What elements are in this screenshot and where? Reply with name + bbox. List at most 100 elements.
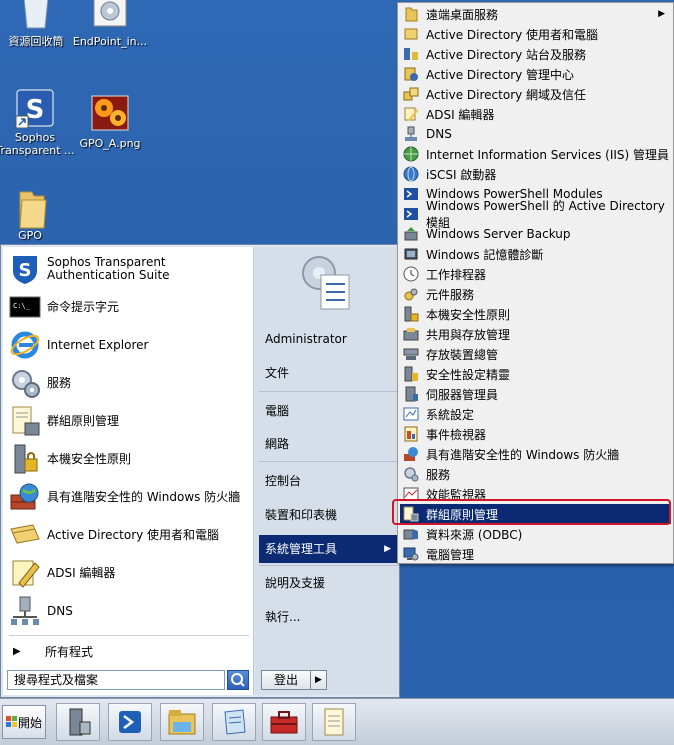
menu-item-label: Windows 記憶體診斷 xyxy=(426,247,544,262)
menu-item-iis[interactable]: Internet Information Services (IIS) 管理員 xyxy=(400,144,671,164)
program-local-security-policy[interactable]: 本機安全性原則 xyxy=(9,441,249,477)
active-directory-icon xyxy=(403,26,419,42)
menu-item-system-configuration[interactable]: 系統設定 xyxy=(400,404,671,424)
menu-item-label: Active Directory 站台及服務 xyxy=(426,47,587,62)
svg-text:S: S xyxy=(19,260,32,281)
menu-item-server-backup[interactable]: Windows Server Backup xyxy=(400,224,671,244)
odbc-icon xyxy=(403,526,419,542)
program-label: Sophos Transparent Authentication Suite xyxy=(47,255,170,282)
start-menu-places-pane: Administrator 文件 電腦 網路 控制台 裝置和印表機 系統管理工具… xyxy=(255,247,399,695)
program-internet-explorer[interactable]: Internet Explorer xyxy=(9,327,249,363)
taskbar-notepad[interactable] xyxy=(212,703,256,741)
program-adsi-edit[interactable]: ADSI 編輯器 xyxy=(9,555,249,591)
divider xyxy=(259,565,397,566)
program-services[interactable]: 服務 xyxy=(9,365,249,401)
places-help[interactable]: 說明及支援 xyxy=(259,569,397,597)
menu-item-label: 系統設定 xyxy=(426,407,475,422)
taskbar-explorer[interactable] xyxy=(160,703,204,741)
menu-item-dns[interactable]: DNS xyxy=(400,124,671,144)
menu-item-label: 資料來源 (ODBC) xyxy=(426,527,523,542)
menu-item-server-manager[interactable]: 伺服器管理員 xyxy=(400,384,671,404)
backup-icon xyxy=(403,226,419,242)
menu-item-event-viewer[interactable]: 事件檢視器 xyxy=(400,424,671,444)
places-devices-printers[interactable]: 裝置和印表機 xyxy=(259,501,397,529)
menu-item-label: 存放裝置總管 xyxy=(426,347,499,362)
admin-tools-submenu: 遠端桌面服務 ▶ Active Directory 使用者和電腦 Active … xyxy=(397,2,674,564)
menu-item-label: 事件檢視器 xyxy=(426,427,487,442)
search-input[interactable]: 搜尋程式及檔案 xyxy=(7,670,225,690)
menu-item-iscsi[interactable]: iSCSI 啟動器 xyxy=(400,164,671,184)
taskbar-toolbox[interactable] xyxy=(262,703,306,741)
places-computer[interactable]: 電腦 xyxy=(259,397,397,425)
program-group-policy[interactable]: 群組原則管理 xyxy=(9,403,249,439)
start-menu: S Sophos Transparent Authentication Suit… xyxy=(0,244,400,698)
security-policy-icon xyxy=(403,306,419,322)
places-network[interactable]: 網路 xyxy=(259,430,397,458)
desktop-icon-recycle-bin[interactable]: 資源回收筒 xyxy=(0,0,76,48)
ad-admin-center-icon xyxy=(403,66,419,82)
menu-item-label: Active Directory 使用者和電腦 xyxy=(426,27,599,42)
divider xyxy=(9,635,249,636)
security-wizard-icon xyxy=(403,366,419,382)
program-dns[interactable]: DNS xyxy=(9,593,249,629)
menu-item-ad-sites[interactable]: Active Directory 站台及服務 xyxy=(400,44,671,64)
command-prompt-icon: C:\_ xyxy=(9,291,41,323)
menu-item-local-security-policy[interactable]: 本機安全性原則 xyxy=(400,304,671,324)
menu-item-powershell-ad[interactable]: Windows PowerShell 的 Active Directory 模組 xyxy=(400,199,671,230)
menu-item-ad-admin-center[interactable]: Active Directory 管理中心 xyxy=(400,64,671,84)
menu-item-ad-domains[interactable]: Active Directory 網域及信任 xyxy=(400,84,671,104)
start-button[interactable]: 開始 xyxy=(2,705,46,739)
menu-item-label: 電腦管理 xyxy=(426,547,475,562)
menu-item-ad-users[interactable]: Active Directory 使用者和電腦 xyxy=(400,24,671,44)
powershell-icon xyxy=(403,186,419,202)
desktop-icon-endpoint[interactable]: EndPoint_in... xyxy=(70,0,150,48)
arrow-right-icon: ▶ xyxy=(13,645,21,657)
menu-item-share-storage[interactable]: 共用與存放管理 xyxy=(400,324,671,344)
menu-item-adsi-edit[interactable]: ADSI 編輯器 xyxy=(400,104,671,124)
taskbar-powershell[interactable] xyxy=(108,703,152,741)
search-button[interactable] xyxy=(227,670,249,690)
taskbar-server-manager[interactable] xyxy=(56,703,100,741)
taskbar-group-policy[interactable] xyxy=(312,703,356,741)
menu-item-label: 具有進階安全性的 Windows 防火牆 xyxy=(426,447,620,462)
menu-item-windows-firewall[interactable]: 具有進階安全性的 Windows 防火牆 xyxy=(400,444,671,464)
all-programs-button[interactable]: ▶ 所有程式 xyxy=(9,641,249,661)
places-admin-tools[interactable]: 系統管理工具 ▶ xyxy=(259,535,397,563)
logout-options-button[interactable]: ▶ xyxy=(311,670,327,690)
menu-item-storage-explorer[interactable]: 存放裝置總管 xyxy=(400,344,671,364)
group-policy-icon xyxy=(9,405,41,437)
iis-globe-icon xyxy=(403,146,419,162)
divider xyxy=(259,391,397,392)
folder-icon xyxy=(403,6,419,22)
arrow-right-icon: ▶ xyxy=(315,675,322,685)
program-sophos[interactable]: S Sophos Transparent Authentication Suit… xyxy=(9,251,249,287)
places-administrator[interactable]: Administrator xyxy=(259,325,397,353)
desktop-icon-label: 資源回收筒 xyxy=(8,35,64,48)
program-windows-firewall[interactable]: 具有進階安全性的 Windows 防火牆 xyxy=(9,479,249,515)
program-ad-users-computers[interactable]: Active Directory 使用者和電腦 xyxy=(9,517,249,553)
menu-item-memory-diagnostic[interactable]: Windows 記憶體診斷 xyxy=(400,244,671,264)
places-documents[interactable]: 文件 xyxy=(259,359,397,387)
menu-item-task-scheduler[interactable]: 工作排程器 xyxy=(400,264,671,284)
desktop-icon-gpo-image[interactable]: GPO_A.png xyxy=(70,94,150,150)
security-policy-icon xyxy=(9,443,41,475)
desktop-icon-gpo-folder[interactable]: GPO xyxy=(0,186,70,242)
menu-item-computer-management[interactable]: 電腦管理 xyxy=(400,544,671,564)
ad-domains-icon xyxy=(403,86,419,102)
powershell-icon xyxy=(119,711,141,733)
server-manager-icon xyxy=(69,708,91,736)
places-run[interactable]: 執行... xyxy=(259,603,397,631)
menu-item-odbc[interactable]: 資料來源 (ODBC) xyxy=(400,524,671,544)
places-control-panel[interactable]: 控制台 xyxy=(259,467,397,495)
menu-item-security-config-wizard[interactable]: 安全性設定精靈 xyxy=(400,364,671,384)
menu-item-services[interactable]: 服務 xyxy=(400,464,671,484)
recycle-bin-icon xyxy=(16,0,56,32)
logout-button[interactable]: 登出 xyxy=(261,670,311,690)
menu-item-label: ADSI 編輯器 xyxy=(426,107,495,122)
computer-management-icon xyxy=(403,546,419,562)
menu-item-label: 安全性設定精靈 xyxy=(426,367,511,382)
program-cmd[interactable]: C:\_ 命令提示字元 xyxy=(9,289,249,325)
menu-item-component-services[interactable]: 元件服務 xyxy=(400,284,671,304)
desktop-icon-sophos[interactable]: S Sophos Transparent ... xyxy=(0,88,75,157)
menu-item-remote-desktop[interactable]: 遠端桌面服務 ▶ xyxy=(400,4,671,24)
